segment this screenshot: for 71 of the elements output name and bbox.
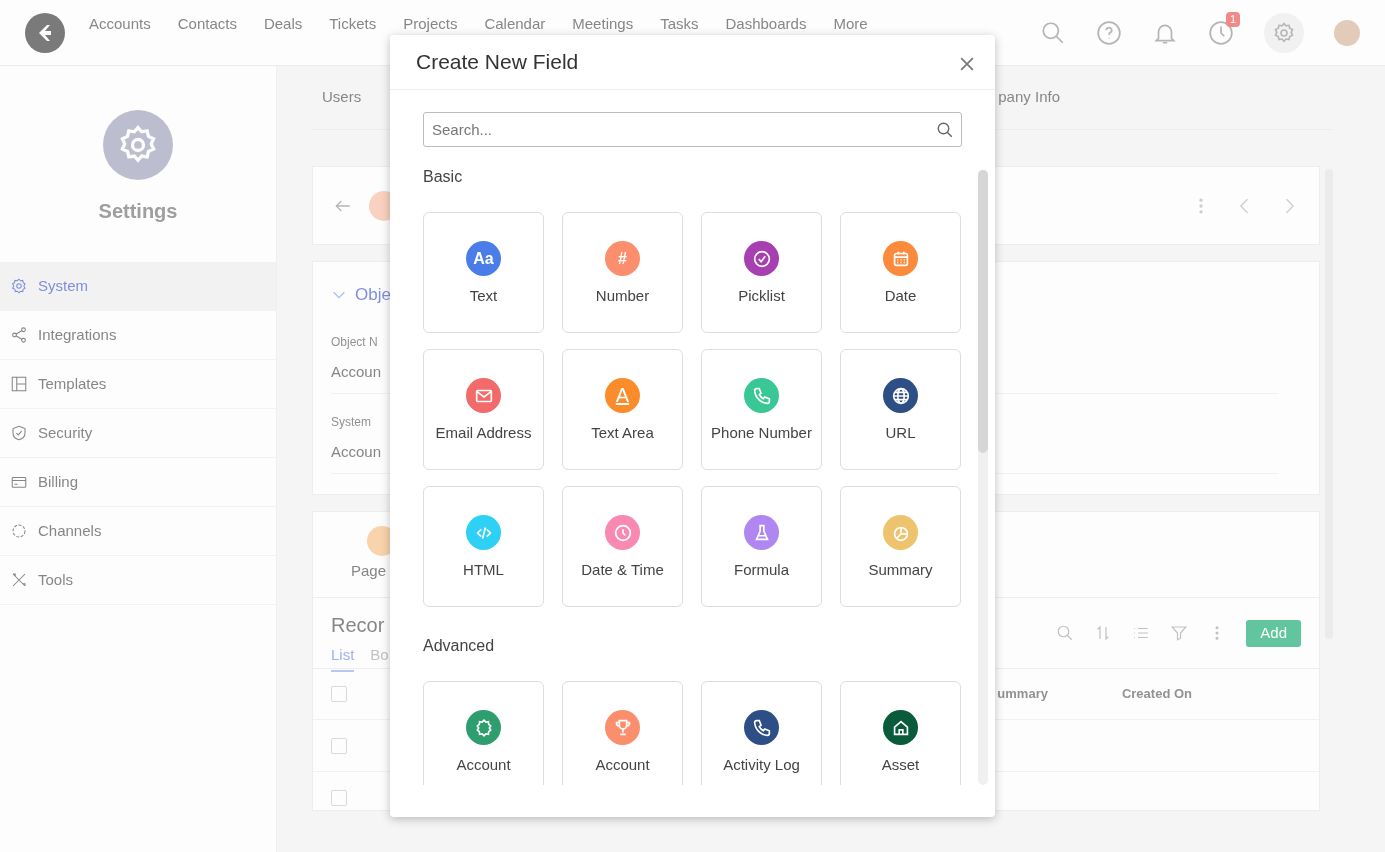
nav-link-item[interactable]: Calendar xyxy=(484,13,546,36)
sidebar-item[interactable]: Integrations xyxy=(0,311,276,360)
field-type-tile[interactable]: A Text Area xyxy=(562,349,683,470)
section-title: Advanced xyxy=(423,636,496,656)
share-icon xyxy=(10,326,28,344)
nav-link-item[interactable]: Contacts xyxy=(177,13,237,36)
checkbox[interactable] xyxy=(331,686,347,702)
field-label: System xyxy=(331,414,371,431)
field-type-tile[interactable]: Picklist xyxy=(701,212,822,333)
nav-link-item[interactable]: Tasks xyxy=(660,13,699,36)
filter-icon[interactable] xyxy=(1170,624,1189,643)
add-button[interactable]: Add xyxy=(1246,620,1301,647)
nav-link-item[interactable]: Tickets xyxy=(329,13,377,36)
dialog-title: Create New Field xyxy=(416,49,579,76)
field-type-tile[interactable]: # Number xyxy=(562,212,683,333)
field-type-tile[interactable]: Account xyxy=(562,681,683,785)
tab[interactable]: Users xyxy=(322,86,362,109)
section-title: Obje xyxy=(355,284,391,307)
nav-link-item[interactable]: Deals xyxy=(263,13,303,36)
field-type-tile[interactable]: Account xyxy=(423,681,544,785)
checkbox[interactable] xyxy=(331,737,347,754)
field-type-tile[interactable]: Email Address xyxy=(423,349,544,470)
sidebar-item[interactable]: System xyxy=(0,262,276,311)
field-value: Accoun xyxy=(331,441,382,462)
field-type-tile[interactable]: HTML xyxy=(423,486,544,607)
column-header: ummary xyxy=(997,685,1048,704)
search-icon[interactable] xyxy=(936,121,954,139)
nav-link-item[interactable]: Accounts xyxy=(89,13,151,36)
settings-button[interactable] xyxy=(1264,12,1304,53)
nav-link-item[interactable]: Projects xyxy=(403,13,458,36)
field-value: Accoun xyxy=(331,361,382,382)
notification-count: 1 xyxy=(1225,11,1240,27)
field-type-tile[interactable]: Phone Number xyxy=(701,349,822,470)
field-type-tile[interactable]: Formula xyxy=(701,486,822,607)
column-header: Created On xyxy=(1121,685,1192,704)
shield-icon xyxy=(10,424,28,442)
sidebar-item[interactable]: Channels xyxy=(0,507,276,556)
field-label: Object N xyxy=(331,334,378,351)
layout-icon xyxy=(10,375,28,393)
gear-icon[interactable] xyxy=(1272,20,1296,45)
scrollbar[interactable] xyxy=(978,170,988,785)
help-icon[interactable] xyxy=(1096,19,1122,46)
tools-icon xyxy=(10,571,28,589)
sidebar-item[interactable]: Tools xyxy=(0,556,276,605)
records-title: Recor xyxy=(331,613,386,638)
sidebar-title: Settings xyxy=(98,199,178,224)
sidebar-item[interactable]: Security xyxy=(0,409,276,458)
nav-link-item[interactable]: Dashboards xyxy=(725,13,807,36)
type-glyph-icon: A xyxy=(605,378,640,413)
search-field[interactable]: Search... xyxy=(423,112,962,147)
circle-icon xyxy=(10,522,28,540)
sidebar-item[interactable]: Templates xyxy=(0,360,276,409)
nav-link-item[interactable]: More xyxy=(833,13,868,36)
field-type-tile[interactable]: Summary xyxy=(840,486,961,607)
field-type-tile[interactable]: Asset xyxy=(840,681,961,785)
avatar[interactable] xyxy=(1334,19,1360,46)
view-tab[interactable]: List xyxy=(331,644,355,672)
section-title: Basic xyxy=(423,167,464,187)
nav-link-item[interactable]: Meetings xyxy=(572,13,634,36)
checkbox[interactable] xyxy=(331,790,347,806)
field-type-tile[interactable]: URL xyxy=(840,349,961,470)
logo-icon[interactable] xyxy=(25,12,65,53)
sidebar-item[interactable]: Billing xyxy=(0,458,276,507)
field-type-tile[interactable]: Aa Text xyxy=(423,212,544,333)
field-type-tile[interactable]: Date xyxy=(840,212,961,333)
field-type-tile[interactable]: Date & Time xyxy=(562,486,683,607)
tab[interactable]: pany Info xyxy=(998,86,1060,109)
type-glyph-icon: # xyxy=(605,241,640,276)
field-type-tile[interactable]: Activity Log xyxy=(701,681,822,785)
gear-icon xyxy=(10,277,28,295)
type-glyph-icon: Aa xyxy=(466,241,501,276)
